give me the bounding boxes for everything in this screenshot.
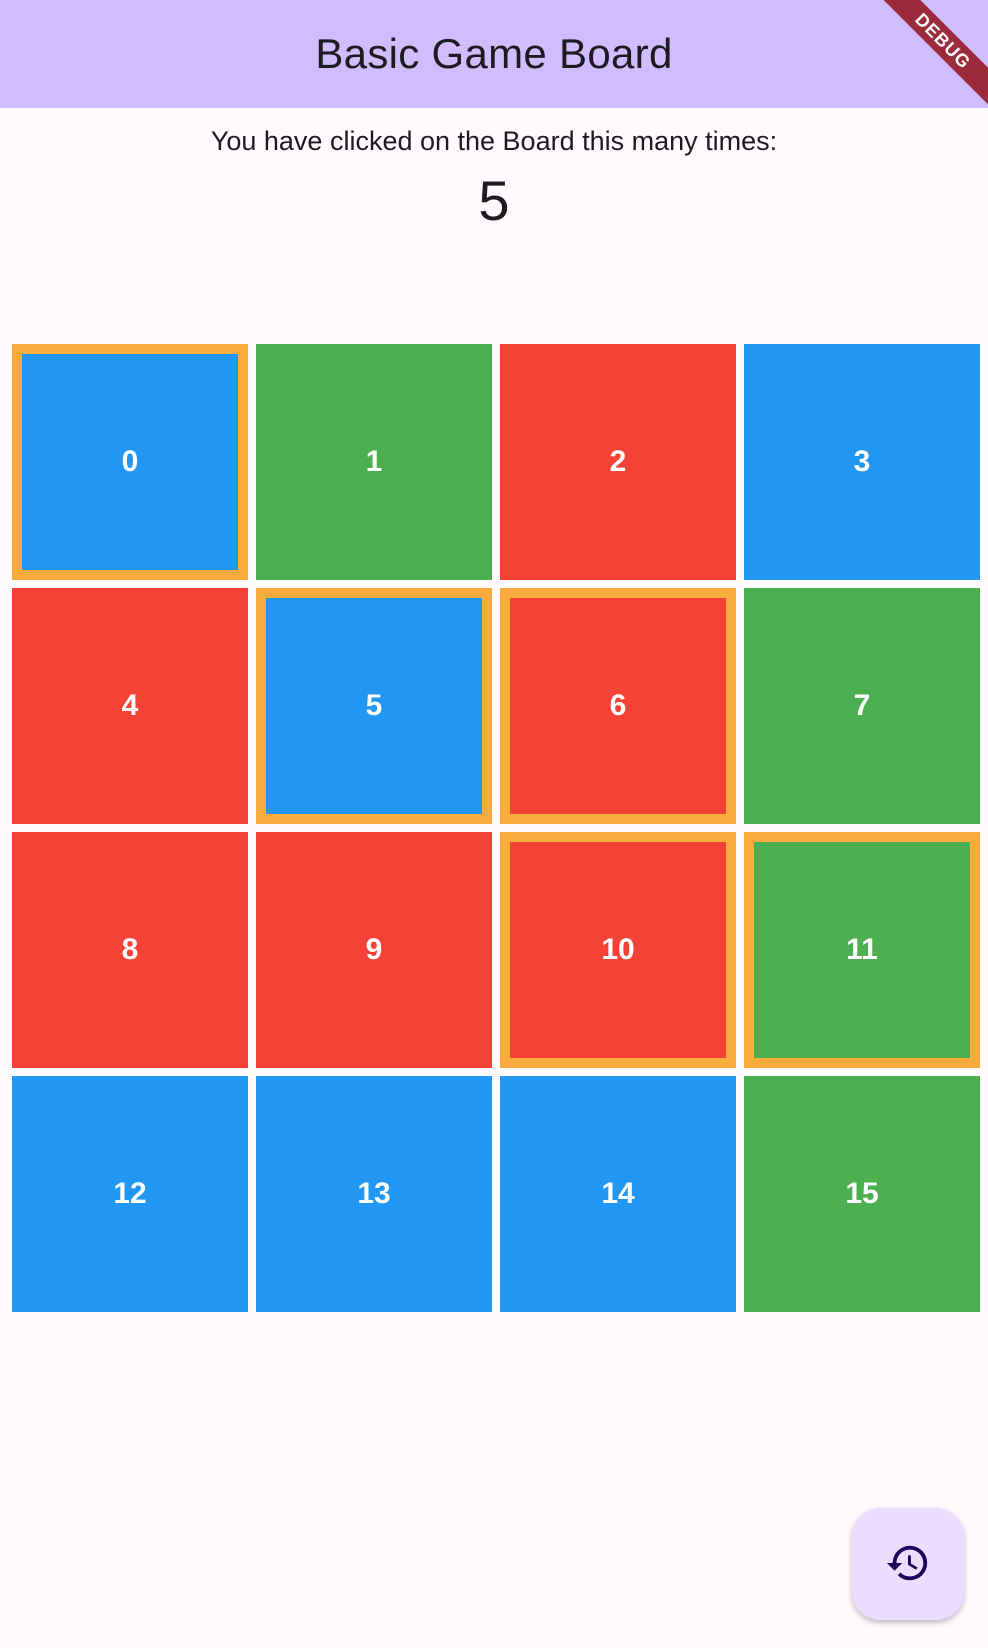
board-tile[interactable]: 6 [500, 588, 736, 824]
board-tile[interactable]: 14 [500, 1076, 736, 1312]
board-tile-label: 6 [609, 689, 627, 722]
app-title: Basic Game Board [315, 30, 673, 77]
board-tile-label: 5 [365, 689, 383, 722]
board-tile-label: 4 [121, 689, 139, 722]
board-tile[interactable]: 2 [500, 344, 736, 580]
board-tile[interactable]: 13 [256, 1076, 492, 1312]
board-tile-label: 13 [357, 1177, 391, 1210]
board-tile-label: 2 [609, 445, 627, 478]
board-tile-label: 12 [113, 1177, 147, 1210]
board-tile-label: 8 [121, 933, 139, 966]
click-count-value: 5 [478, 169, 510, 232]
board-tile-label: 14 [601, 1177, 635, 1210]
board-tile-label: 0 [121, 445, 139, 478]
board-tile-label: 7 [853, 689, 871, 722]
app-bar: Basic Game Board [0, 0, 988, 108]
board-tile[interactable]: 12 [12, 1076, 248, 1312]
board-tile-label: 10 [601, 933, 635, 966]
board-tile[interactable]: 5 [256, 588, 492, 824]
board-tile[interactable]: 10 [500, 832, 736, 1068]
history-icon [885, 1540, 931, 1589]
board-tile[interactable]: 15 [744, 1076, 980, 1312]
board-tile-label: 1 [365, 445, 383, 478]
board-tile-label: 11 [846, 933, 878, 966]
board-tile[interactable]: 11 [744, 832, 980, 1068]
board-tile[interactable]: 3 [744, 344, 980, 580]
game-board: 0 1 2 3 4 5 6 7 8 9 10 11 12 13 14 15 [12, 344, 980, 1312]
history-button[interactable] [852, 1508, 964, 1620]
board-tile[interactable]: 4 [12, 588, 248, 824]
board-tile-label: 9 [365, 933, 383, 966]
click-count-caption: You have clicked on the Board this many … [210, 126, 778, 156]
board-tile[interactable]: 7 [744, 588, 980, 824]
board-tile-label: 3 [853, 445, 871, 478]
board-tile[interactable]: 1 [256, 344, 492, 580]
board-tile[interactable]: 0 [12, 344, 248, 580]
board-tile-label: 15 [845, 1177, 879, 1210]
board-tile[interactable]: 9 [256, 832, 492, 1068]
board-tile[interactable]: 8 [12, 832, 248, 1068]
